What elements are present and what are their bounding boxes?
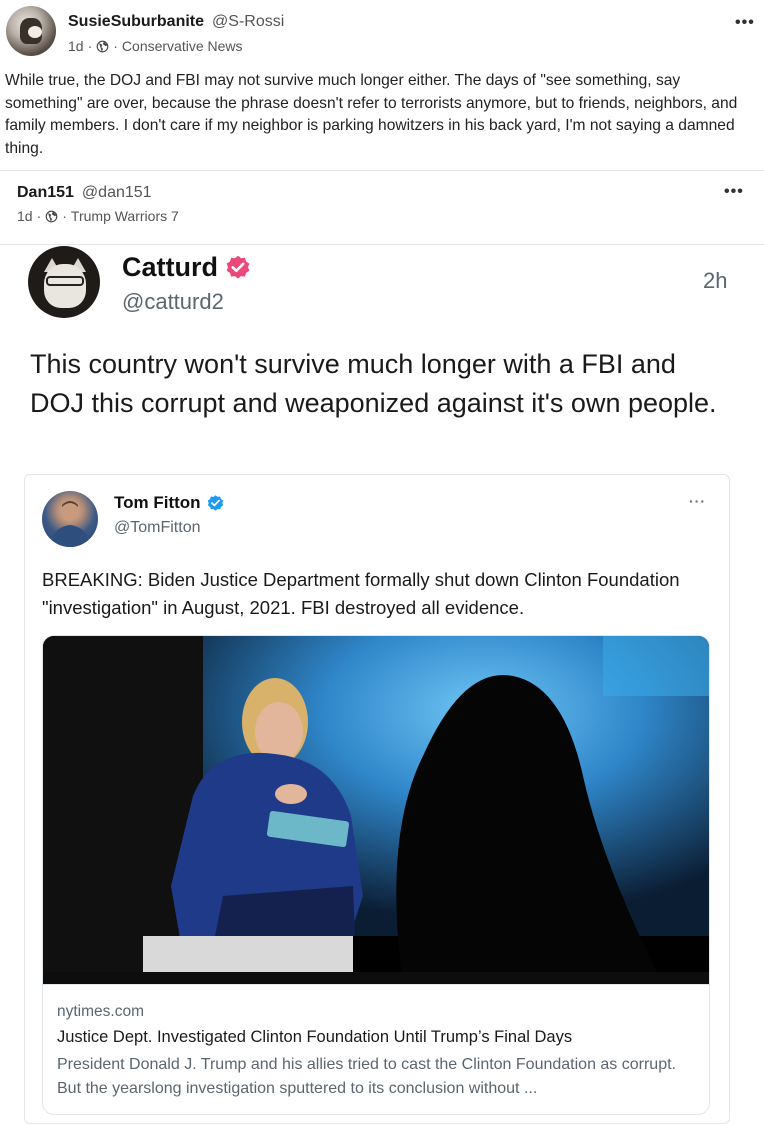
verified-badge-icon — [226, 255, 250, 279]
shared-post-header: Dan151 @dan151 1d · · Trump Warriors 7 •… — [0, 171, 764, 245]
tomfitton-name: Tom Fitton — [114, 493, 225, 513]
catturd-tweet-text: This country won't survive much longer w… — [30, 349, 717, 418]
tweet-screenshot-image[interactable]: Catturd @catturd2 2h This country won't … — [0, 246, 764, 1125]
stage-photo — [43, 636, 709, 984]
catturd-name-text: Catturd — [122, 252, 218, 282]
link-description: President Donald J. Trump and his allies… — [57, 1056, 676, 1097]
globe-icon — [45, 210, 58, 222]
tomfitton-avatar — [42, 491, 98, 547]
shared-author-name[interactable]: Dan151 — [17, 184, 74, 202]
post-age[interactable]: 1d — [68, 38, 84, 54]
catturd-avatar — [28, 246, 100, 318]
post-meta: 1d · · Conservative News — [68, 38, 243, 54]
author-line: SusieSuburbanite @S-Rossi — [68, 13, 284, 31]
link-preview-photo — [43, 636, 709, 984]
shared-post-meta: 1d · · Trump Warriors 7 — [17, 208, 179, 224]
more-options-icon[interactable]: ••• — [735, 14, 755, 32]
catturd-handle: @catturd2 — [122, 289, 224, 314]
avatar-portrait — [50, 501, 90, 547]
cat-face — [44, 264, 86, 308]
tomfitton-tweet-text: BREAKING: Biden Justice Department forma… — [42, 569, 680, 618]
cat-glasses — [46, 276, 84, 286]
shared-author-line: Dan151 @dan151 — [17, 184, 152, 202]
link-preview-meta: nytimes.com Justice Dept. Investigated C… — [43, 984, 709, 1114]
catturd-timestamp: 2h — [703, 268, 728, 293]
meta-separator: · — [113, 38, 118, 54]
shared-community-link[interactable]: Trump Warriors 7 — [71, 208, 179, 224]
author-name[interactable]: SusieSuburbanite — [68, 13, 204, 31]
post-body-text: While true, the DOJ and FBI may not surv… — [5, 72, 738, 157]
tomfitton-name-text: Tom Fitton — [114, 493, 201, 512]
tomfitton-handle: @TomFitton — [114, 519, 201, 536]
shared-post-card[interactable]: Dan151 @dan151 1d · · Trump Warriors 7 •… — [0, 170, 764, 1125]
community-link[interactable]: Conservative News — [122, 38, 243, 54]
author-handle[interactable]: @S-Rossi — [212, 13, 284, 31]
post-header: SusieSuburbanite @S-Rossi 1d · · Conserv… — [0, 0, 764, 62]
meta-separator: · — [87, 38, 93, 54]
link-title: Justice Dept. Investigated Clinton Found… — [57, 1028, 573, 1046]
verified-badge-icon — [207, 494, 223, 511]
avatar-highlight — [28, 26, 42, 38]
meta-separator: · — [36, 208, 42, 224]
author-avatar[interactable] — [6, 6, 56, 56]
meta-separator: · — [62, 208, 67, 224]
more-options-icon[interactable]: ••• — [724, 183, 744, 201]
quoted-tweet: Tom Fitton @TomFitton ··· BREAKING: Bide… — [24, 474, 730, 1124]
shared-author-handle[interactable]: @dan151 — [82, 184, 152, 202]
catturd-name: Catturd — [122, 252, 252, 283]
shared-post-age[interactable]: 1d — [17, 208, 33, 224]
more-options-icon: ··· — [689, 493, 706, 509]
link-domain: nytimes.com — [57, 1003, 144, 1020]
link-preview-card: nytimes.com Justice Dept. Investigated C… — [42, 635, 710, 1115]
globe-icon — [96, 40, 109, 52]
